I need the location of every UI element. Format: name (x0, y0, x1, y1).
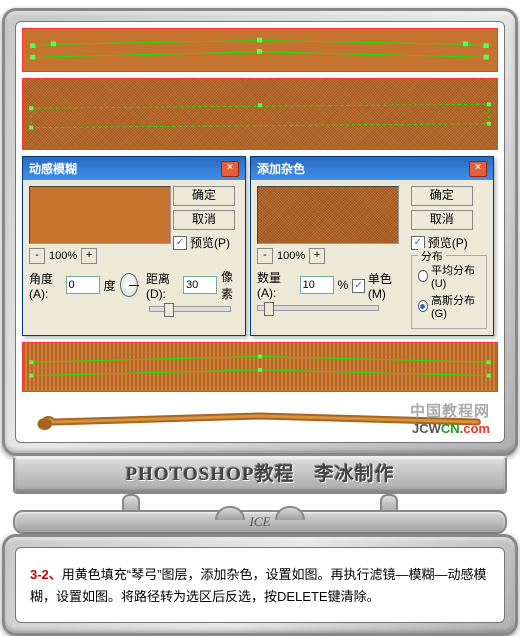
angle-label: 角度(A): (29, 270, 62, 301)
preview-strip-noise (22, 78, 498, 150)
dialogs-row: 动感模糊 × 确定 取消 ✓ 预览(P) - 100 (22, 156, 498, 336)
motion-blur-preview (29, 186, 171, 244)
radio-icon (418, 270, 428, 282)
uniform-radio[interactable]: 平均分布(U) (418, 262, 480, 290)
deco-bar: ICE (13, 510, 507, 534)
cancel-button[interactable]: 取消 (411, 210, 473, 230)
preview-checkbox[interactable]: ✓ 预览(P) (173, 234, 239, 251)
preview-strip-path (22, 28, 498, 72)
ok-button[interactable]: 确定 (411, 186, 473, 206)
tutorial-frame-lower: 3-2、用黄色填充“琴弓”图层，添加杂色，设置如图。再执行滤镜—模糊—动感模 糊… (2, 534, 518, 636)
tutorial-inner: 动感模糊 × 确定 取消 ✓ 预览(P) - 100 (15, 21, 505, 443)
cancel-button[interactable]: 取消 (173, 210, 235, 230)
amount-label: 数量(A): (257, 269, 296, 300)
checkbox-icon: ✓ (352, 279, 365, 293)
instruction-line2: 糊，设置如图。将路径转为选区后反选，按DELETE键清除。 (30, 589, 380, 604)
radio-icon (418, 300, 428, 312)
step-number: 3-2、 (30, 567, 62, 582)
dialog-title-text: 添加杂色 (257, 160, 305, 177)
hooks (0, 494, 520, 510)
uniform-label: 平均分布(U) (431, 262, 480, 290)
preview-label: 预览(P) (190, 234, 230, 251)
instruction-line1: 用黄色填充“琴弓”图层，添加杂色，设置如图。再执行滤镜—模糊—动感模 (62, 567, 487, 582)
title-plate: PHOTOSHOP教程 李冰制作 (13, 456, 507, 494)
angle-input[interactable] (66, 276, 100, 294)
dialog-titlebar[interactable]: 添加杂色 × (251, 157, 493, 180)
zoom-out-button[interactable]: - (29, 248, 45, 264)
close-icon[interactable]: × (221, 161, 239, 177)
gaussian-label: 高斯分布(G) (431, 292, 480, 320)
mono-label: 单色(M) (368, 270, 405, 301)
title-plate-text: PHOTOSHOP教程 李冰制作 (15, 458, 505, 492)
tutorial-frame-upper: 动感模糊 × 确定 取消 ✓ 预览(P) - 100 (2, 8, 518, 456)
checkbox-icon: ✓ (173, 236, 187, 250)
zoom-in-button[interactable]: + (81, 248, 97, 264)
zoom-level: 100% (49, 250, 77, 262)
motion-blur-dialog: 动感模糊 × 确定 取消 ✓ 预览(P) - 100 (22, 156, 246, 336)
result-rope: 中国教程网 JCWCN.com (22, 398, 498, 438)
distribution-group: 分布 平均分布(U) 高斯分布(G) (411, 255, 487, 329)
angle-dial[interactable] (120, 273, 139, 297)
watermark-line1: 中国教程网 (410, 400, 490, 421)
distance-slider[interactable] (149, 306, 231, 312)
add-noise-dialog: 添加杂色 × - 100% + 数量(A): (250, 156, 494, 336)
angle-unit: 度 (104, 277, 116, 294)
distance-unit: 像素 (221, 268, 239, 302)
ok-button[interactable]: 确定 (173, 186, 235, 206)
close-icon[interactable]: × (469, 161, 487, 177)
add-noise-preview (257, 186, 399, 244)
deco-label: ICE (250, 514, 271, 530)
watermark: 中国教程网 JCWCN.com (410, 400, 490, 436)
dialog-title-text: 动感模糊 (29, 160, 77, 177)
preview-strip-blur (22, 342, 498, 392)
zoom-level: 100% (277, 250, 305, 262)
distance-label: 距离(D): (146, 270, 179, 301)
watermark-line2: JCWCN.com (410, 421, 490, 436)
mono-checkbox[interactable]: ✓ 单色(M) (352, 270, 405, 301)
group-title: 分布 (418, 248, 446, 264)
distance-input[interactable] (183, 276, 217, 294)
amount-unit: % (338, 278, 349, 292)
amount-input[interactable] (300, 276, 334, 294)
zoom-in-button[interactable]: + (309, 248, 325, 264)
dialog-titlebar[interactable]: 动感模糊 × (23, 157, 245, 180)
zoom-out-button[interactable]: - (257, 248, 273, 264)
amount-slider[interactable] (257, 305, 379, 311)
instruction-text: 3-2、用黄色填充“琴弓”图层，添加杂色，设置如图。再执行滤镜—模糊—动感模 糊… (22, 554, 498, 618)
gaussian-radio[interactable]: 高斯分布(G) (418, 292, 480, 320)
instruction-panel: 3-2、用黄色填充“琴弓”图层，添加杂色，设置如图。再执行滤镜—模糊—动感模 糊… (15, 547, 505, 623)
